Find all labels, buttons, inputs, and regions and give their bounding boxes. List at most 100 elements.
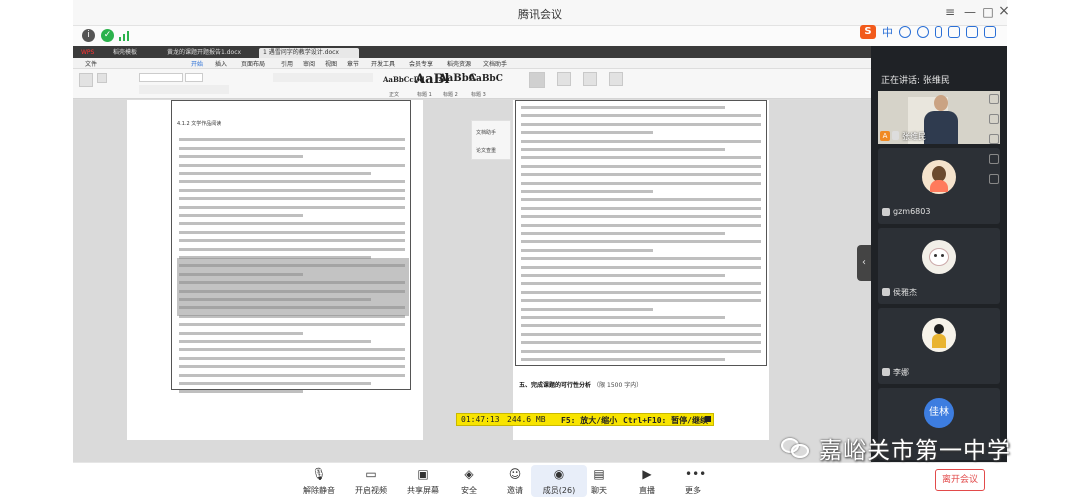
pin-icon[interactable] [989, 154, 999, 164]
shirt-icon[interactable] [966, 26, 978, 38]
text-line [179, 390, 304, 394]
menu-member[interactable]: 会员专享 [409, 59, 433, 68]
more-icon: ••• [685, 467, 707, 481]
text-line [179, 163, 405, 167]
participant-tile-3[interactable]: 李娜 [878, 308, 1000, 384]
text-line [521, 215, 761, 219]
sogou-icon[interactable]: S [860, 25, 876, 39]
emoji-icon[interactable] [917, 26, 929, 38]
host-badge: A [880, 131, 890, 141]
ribbon-menu: 文件 开始 插入 页面布局 引用 审阅 视图 章节 开发工具 会员专享 稻壳资源… [73, 58, 871, 69]
style-h3[interactable]: AaBbC [469, 74, 503, 84]
gallery-icon[interactable] [989, 94, 999, 104]
side-item-plagiarism[interactable]: 论文查重 [476, 147, 496, 154]
mic-icon [882, 368, 890, 376]
menu-dev[interactable]: 开发工具 [371, 59, 395, 68]
menu-daoke[interactable]: 稻壳资源 [447, 59, 471, 68]
mic-muted-icon: 🎙 [311, 467, 327, 481]
text-line [179, 365, 405, 369]
replace-icon[interactable] [583, 72, 597, 86]
text-line [521, 332, 761, 336]
menu-insert[interactable]: 插入 [215, 59, 227, 68]
grid-icon[interactable] [984, 26, 996, 38]
layout-icon[interactable] [989, 114, 999, 124]
text-line [179, 188, 405, 192]
pause-hint[interactable]: Ctrl+F10: 暂停/继续 [623, 415, 708, 426]
menu-review[interactable]: 审阅 [303, 59, 315, 68]
text-line [179, 298, 372, 301]
unmute-button[interactable]: 🎙 解除静音 [291, 467, 347, 496]
avatar [922, 318, 956, 352]
text-line [521, 341, 761, 345]
stop-icon[interactable] [705, 416, 711, 422]
font-name-box[interactable] [139, 73, 183, 82]
ime-lang[interactable]: 中 [882, 24, 893, 40]
camera-off-icon: ▭ [365, 467, 377, 481]
tab-doc-2[interactable]: 1 遇雪问字的教学设计.docx [259, 48, 359, 58]
side-item-assistant[interactable]: 文档助手 [476, 129, 496, 136]
menu-view[interactable]: 视图 [325, 59, 337, 68]
shared-screen: WPS 稻壳模板 黄龙的课题开题报告1.docx 1 遇雪问字的教学设计.doc… [73, 46, 871, 462]
paragraph-row[interactable] [273, 73, 373, 82]
leave-meeting-button[interactable]: 离开会议 [935, 469, 985, 491]
avatar [922, 240, 956, 274]
paste-icon[interactable] [79, 73, 93, 87]
tab-wps[interactable]: WPS [77, 48, 103, 58]
info-icon[interactable]: i [82, 29, 95, 42]
text-line [179, 214, 304, 217]
keyboard-icon[interactable] [948, 26, 960, 38]
more-button[interactable]: ••• 更多 [665, 467, 721, 496]
style-label-normal: 正文 [389, 92, 400, 98]
close-button[interactable]: × [995, 3, 1013, 19]
voice-icon[interactable] [935, 26, 942, 38]
text-line [521, 106, 725, 109]
text-line [179, 382, 372, 385]
ribbon: AaBbCcDd AaBl AaBbC AaBbC 正文 标题 1 标题 2 标… [73, 69, 871, 99]
menu-layout[interactable]: 页面布局 [241, 59, 265, 68]
left-doc-heading: 4.1.2 文学作品阅读 [177, 121, 222, 127]
shield-icon: ◈ [464, 467, 474, 481]
menu-assistant[interactable]: 文档助手 [483, 59, 507, 68]
tab-doc-1[interactable]: 黄龙的课题开题报告1.docx [163, 48, 255, 58]
text-line [521, 265, 761, 269]
tab-daoke[interactable]: 稻壳模板 [109, 48, 157, 58]
shield-check-icon[interactable]: ✓ [101, 29, 114, 42]
watermark-text: 嘉峪关市第一中学 [819, 438, 1011, 464]
right-doc-subtext: （限 1500 字内） [593, 382, 643, 389]
text-line [521, 349, 761, 353]
mic-icon [882, 288, 890, 296]
style-label-h2: 标题 2 [443, 92, 458, 98]
text-line [179, 306, 405, 310]
share-screen-icon: ▣ [417, 467, 429, 481]
zoom-hint[interactable]: F5: 放大/缩小 [561, 415, 617, 426]
font-size-box[interactable] [185, 73, 203, 82]
minimize-button[interactable]: — [961, 5, 979, 19]
menu-reference[interactable]: 引用 [281, 59, 293, 68]
text-line [179, 281, 405, 285]
format-row[interactable] [139, 85, 229, 94]
menu-file[interactable]: 文件 [85, 59, 97, 68]
bottom-toolbar: 🎙 解除静音 ▭ 开启视频 ▣ 共享屏幕 ◈ 安全 ☺ 邀请 ◉ 成员(26) … [73, 462, 1007, 498]
text-line [521, 190, 653, 193]
collapse-panel-arrow[interactable]: ‹ [857, 245, 871, 281]
text-line [179, 314, 405, 318]
menu-button[interactable]: ≡ [941, 5, 959, 19]
start-video-button[interactable]: ▭ 开启视频 [343, 467, 399, 496]
chat-side-icon[interactable] [989, 134, 999, 144]
cut-icon[interactable] [97, 73, 107, 83]
text-line [179, 247, 405, 251]
menu-home[interactable]: 开始 [191, 59, 203, 68]
select-icon[interactable] [609, 72, 623, 86]
text-tools-icon[interactable] [557, 72, 571, 86]
text-layout-icon[interactable] [529, 72, 545, 88]
text-line [521, 206, 761, 210]
menu-chapter[interactable]: 章节 [347, 59, 359, 68]
window-title: 腾讯会议 [518, 8, 562, 21]
text-line [521, 274, 725, 277]
moon-icon[interactable] [899, 26, 911, 38]
browser-tabs: WPS 稻壳模板 黄龙的课题开题报告1.docx 1 遇雪问字的教学设计.doc… [73, 46, 871, 58]
text-line [179, 205, 405, 209]
document-area: 4.1.2 文学作品阅读 文档助手 论文查重 五、完成课题的可行性分析 （限 1… [73, 100, 871, 462]
signal-icon[interactable] [119, 30, 131, 41]
grid-side-icon[interactable] [989, 174, 999, 184]
